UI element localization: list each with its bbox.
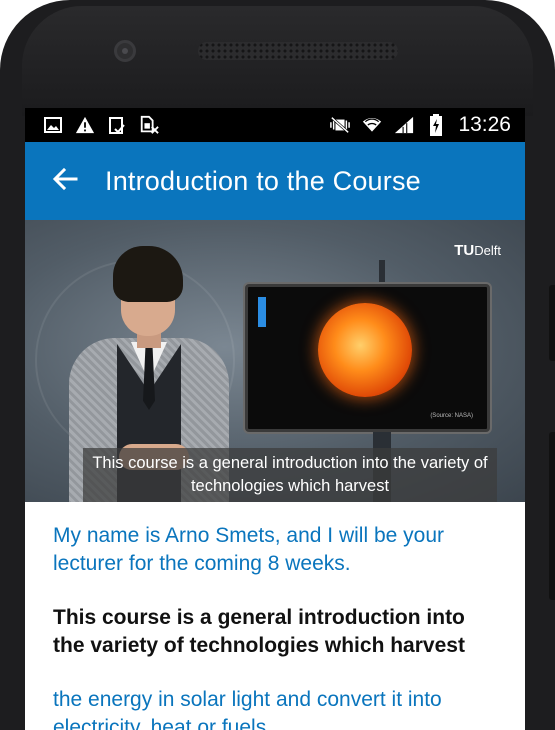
studio-monitor: (Source: NASA) bbox=[245, 284, 490, 432]
wifi-icon bbox=[362, 115, 382, 135]
warning-icon bbox=[75, 115, 95, 135]
screen: 13:26 Introduction to the Course TUDelft… bbox=[25, 108, 525, 730]
signal-icon bbox=[394, 115, 414, 135]
monitor-accent-bar bbox=[258, 297, 266, 327]
transcript: My name is Arno Smets, and I will be you… bbox=[25, 502, 525, 730]
back-button[interactable] bbox=[25, 142, 105, 220]
status-time: 13:26 bbox=[458, 113, 511, 136]
vibrate-mute-icon bbox=[330, 115, 351, 135]
battery-icon bbox=[426, 114, 446, 136]
earpiece-speaker bbox=[198, 42, 398, 60]
volume-button bbox=[549, 285, 555, 361]
video-caption: This course is a general introduction in… bbox=[83, 448, 497, 502]
back-arrow-icon bbox=[52, 167, 78, 196]
monitor-stand-top bbox=[379, 260, 385, 286]
page-title: Introduction to the Course bbox=[105, 165, 421, 196]
clipboard-check-icon bbox=[107, 115, 127, 135]
front-camera bbox=[114, 40, 136, 62]
power-button bbox=[549, 432, 555, 600]
phone-top-bezel bbox=[22, 6, 533, 116]
transcript-line[interactable]: My name is Arno Smets, and I will be you… bbox=[53, 522, 497, 578]
sun-image bbox=[318, 303, 412, 397]
monitor-credit: (Source: NASA) bbox=[430, 413, 473, 419]
status-bar: 13:26 bbox=[25, 108, 525, 142]
image-icon bbox=[43, 115, 63, 135]
no-sim-icon bbox=[139, 115, 159, 135]
video-player[interactable]: TUDelft (Source: NASA) This course is a … bbox=[25, 220, 525, 502]
transcript-line-active[interactable]: This course is a general introduction in… bbox=[53, 604, 497, 660]
tudelft-logo: TUDelft bbox=[454, 242, 501, 259]
transcript-line[interactable]: the energy in solar light and convert it… bbox=[53, 686, 497, 730]
phone-frame: 13:26 Introduction to the Course TUDelft… bbox=[0, 0, 555, 730]
app-bar: Introduction to the Course bbox=[25, 142, 525, 220]
